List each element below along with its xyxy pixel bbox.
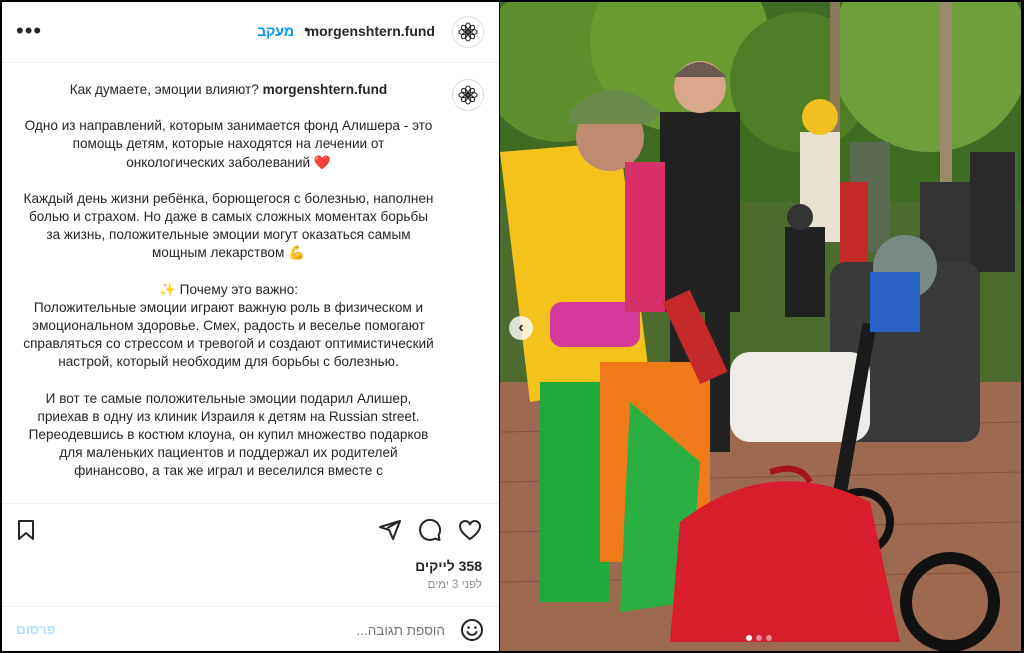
post-comment-button[interactable]: פרסום	[16, 622, 55, 637]
header-username[interactable]: morgenshtern.fund	[307, 23, 435, 39]
caption-paragraph-4: И вот те самые положительные эмоции пода…	[28, 390, 429, 479]
caption-avatar[interactable]	[452, 79, 484, 111]
sparkles-emoji: ✨	[158, 281, 176, 297]
heart-icon[interactable]	[458, 518, 482, 547]
avatar[interactable]	[452, 16, 484, 48]
post-header: ••• מעקב • morgenshtern.fund	[2, 2, 499, 63]
carousel-indicator	[746, 635, 772, 641]
photo-scene	[500, 2, 1021, 651]
send-icon[interactable]	[378, 518, 402, 547]
comment-icon[interactable]	[418, 518, 442, 547]
carousel-dot	[756, 635, 762, 641]
caption-intro: Как думаете, эмоции влияют?	[69, 82, 259, 97]
bookmark-icon[interactable]	[14, 518, 38, 547]
comment-input[interactable]	[122, 617, 447, 643]
comment-bar: פרסום	[2, 606, 499, 651]
post-time[interactable]: לפני 3 ימים	[428, 579, 482, 591]
caption-paragraph-2: Каждый день жизни ребёнка, борющегося с …	[23, 190, 434, 261]
carousel-prev-button[interactable]: ‹	[509, 316, 533, 340]
caption-text: Как думаете, эмоции влияют? morgenshtern…	[22, 81, 435, 499]
post-photo[interactable]: ‹	[500, 2, 1021, 651]
caption-username[interactable]: morgenshtern.fund	[263, 82, 388, 97]
flower-logo-icon	[458, 85, 478, 105]
caption-paragraph-3: Положительные эмоции играют важную роль …	[23, 299, 434, 370]
follow-button[interactable]: מעקב	[257, 23, 294, 39]
smiley-icon[interactable]	[460, 618, 484, 647]
likes-count[interactable]: 358 לייקים	[415, 558, 482, 574]
heart-emoji: ❤️	[313, 154, 331, 170]
action-bar: 358 לייקים לפני 3 ימים	[2, 503, 499, 606]
more-options-icon[interactable]: •••	[16, 18, 42, 44]
carousel-dot	[766, 635, 772, 641]
caption-paragraph-3-title: Почему это важно:	[179, 281, 299, 297]
flower-logo-icon	[458, 22, 478, 42]
caption-paragraph-1: Одно из направлений, которым занимается …	[24, 118, 433, 170]
post-info-panel: ••• מעקב • morgenshtern.fund Как думаете…	[2, 2, 499, 651]
carousel-dot	[746, 635, 752, 641]
muscle-emoji: 💪	[288, 245, 306, 261]
app-frame: ••• מעקב • morgenshtern.fund Как думаете…	[0, 0, 1024, 653]
caption-area: Как думаете, эмоции влияют? morgenshtern…	[2, 63, 499, 503]
